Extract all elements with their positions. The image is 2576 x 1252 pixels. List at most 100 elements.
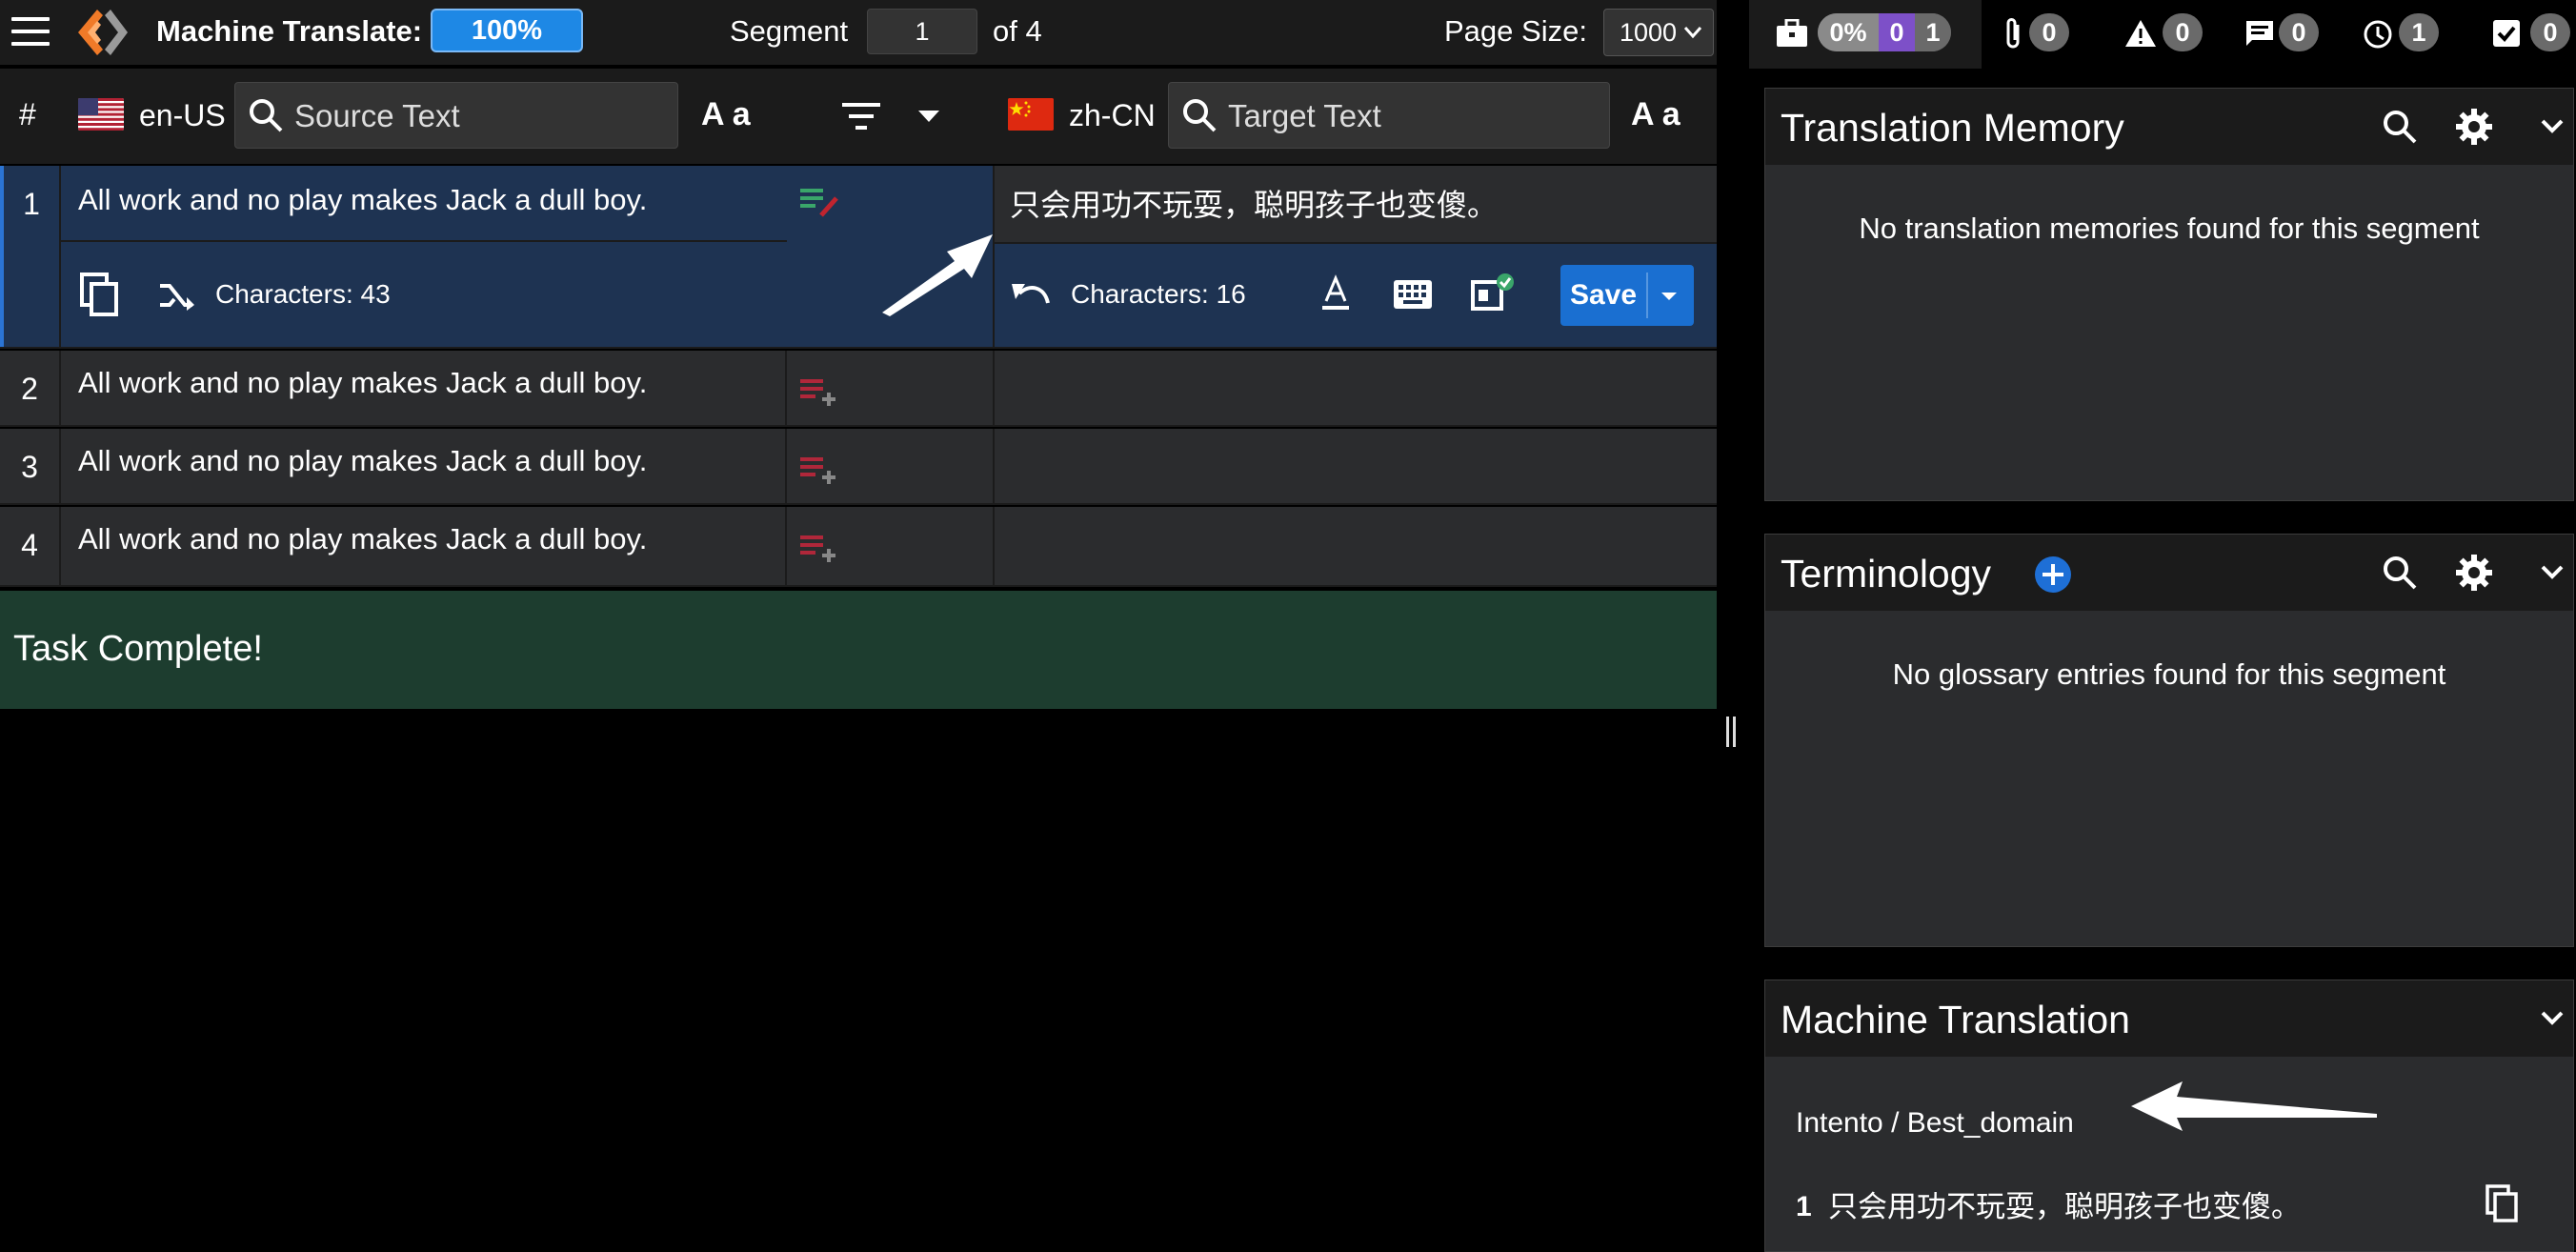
translation-memory-empty: No translation memories found for this s…	[1859, 212, 2480, 245]
mt-engine-name: Intento / Best_domain	[1796, 1107, 2074, 1139]
chevron-down-icon[interactable]	[2533, 1000, 2571, 1038]
side-status-bar: 0% 0 1 0 0 0 1 0	[1749, 0, 2576, 69]
search-icon	[1183, 99, 1217, 132]
target-character-count: Characters: 16	[1071, 279, 1246, 309]
chevron-down-icon[interactable]	[2533, 554, 2571, 592]
source-cell: All work and no play makes Jack a dull b…	[61, 166, 787, 242]
translation-memory-title: Translation Memory	[1781, 106, 2124, 150]
progress-count-b: 1	[1915, 13, 1951, 51]
source-cell: All work and no play makes Jack a dull b…	[61, 429, 787, 503]
translation-memory-panel: Translation Memory No translation memori…	[1764, 88, 2574, 501]
text-format-icon[interactable]	[1318, 274, 1353, 313]
qa-check-icon[interactable]	[1469, 273, 1515, 313]
machine-translate-progress[interactable]: 100%	[431, 9, 583, 52]
history-icon[interactable]	[2363, 19, 2393, 50]
target-language: zh-CN	[1069, 98, 1156, 132]
progress-badge[interactable]: 0% 0 1	[1818, 13, 1951, 51]
source-font-size-button[interactable]: A a	[701, 95, 751, 133]
status-cell[interactable]	[787, 351, 995, 425]
source-text: All work and no play makes Jack a dull b…	[78, 444, 648, 477]
segment-row-3[interactable]: 3 All work and no play makes Jack a dull…	[0, 429, 1717, 505]
target-cell[interactable]	[995, 429, 1717, 503]
segment-row-2[interactable]: 2 All work and no play makes Jack a dull…	[0, 351, 1717, 427]
top-toolbar: Machine Translate: 100% Segment 1 of 4 P…	[0, 0, 1717, 65]
comment-icon[interactable]	[2244, 19, 2275, 48]
segment-row-4[interactable]: 4 All work and no play makes Jack a dull…	[0, 507, 1717, 587]
target-search-placeholder: Target Text	[1228, 98, 1381, 133]
filter-icon[interactable]	[840, 101, 882, 131]
target-tools: Characters: 16 Save	[995, 246, 1717, 345]
target-cell[interactable]: 只会用功不玩耍，聪明孩子也变傻。	[995, 166, 1717, 244]
machine-translation-panel: Machine Translation Intento / Best_domai…	[1764, 979, 2574, 1252]
china-flag-icon	[1008, 98, 1054, 131]
copy-icon[interactable]	[2485, 1184, 2520, 1224]
source-text: All work and no play makes Jack a dull b…	[78, 366, 648, 399]
source-search-input[interactable]: Source Text	[234, 82, 678, 149]
terminology-title: Terminology	[1781, 552, 1992, 596]
segment-label: Segment	[730, 14, 849, 48]
checkbox-icon[interactable]	[2492, 19, 2521, 48]
search-icon	[250, 99, 283, 132]
segment-row-1[interactable]: 1 All work and no play makes Jack a dull…	[0, 166, 1717, 349]
status-cell[interactable]	[787, 429, 995, 503]
checks-count[interactable]: 0	[2530, 13, 2570, 51]
source-language: en-US	[139, 98, 226, 132]
page-size-label: Page Size:	[1444, 14, 1587, 48]
warning-icon[interactable]	[2124, 19, 2157, 48]
gear-icon[interactable]	[2455, 554, 2493, 592]
task-complete-banner: Task Complete!	[0, 591, 1717, 709]
copy-source-icon[interactable]	[80, 273, 120, 318]
history-count[interactable]: 1	[2399, 13, 2439, 51]
segment-total: of 4	[993, 14, 1042, 48]
filter-dropdown-icon[interactable]	[916, 107, 941, 126]
page-size-value: 1000	[1620, 18, 1678, 47]
source-text: All work and no play makes Jack a dull b…	[78, 183, 648, 216]
search-icon[interactable]	[2381, 554, 2419, 592]
pane-resize-handle[interactable]	[1726, 717, 1740, 747]
save-dropdown-icon[interactable]	[1658, 291, 1680, 302]
gear-icon[interactable]	[2455, 108, 2493, 146]
source-search-placeholder: Source Text	[294, 98, 460, 133]
save-button-label: Save	[1569, 279, 1638, 311]
chevron-down-icon[interactable]	[2533, 108, 2571, 146]
edited-status-icon	[800, 189, 838, 217]
arrow-annotation-icon	[2131, 1081, 2377, 1131]
briefcase-icon[interactable]	[1776, 19, 1808, 48]
target-text[interactable]: 只会用功不玩耍，聪明孩子也变傻。	[1010, 185, 1498, 225]
segment-number-input[interactable]: 1	[867, 9, 977, 54]
source-text: All work and no play makes Jack a dull b…	[78, 522, 648, 555]
add-term-icon[interactable]	[2034, 555, 2072, 594]
menu-icon[interactable]	[11, 17, 50, 48]
progress-percent: 0%	[1818, 13, 1879, 51]
keyboard-icon[interactable]	[1393, 278, 1433, 311]
target-font-size-button[interactable]: A a	[1631, 95, 1680, 133]
machine-translate-label: Machine Translate:	[156, 14, 423, 48]
terminology-empty: No glossary entries found for this segme…	[1892, 657, 2446, 691]
status-cell[interactable]	[787, 507, 995, 585]
target-search-input[interactable]: Target Text	[1168, 82, 1610, 149]
mt-result-text[interactable]: 只会用功不玩耍，聪明孩子也变傻。	[1828, 1188, 2301, 1226]
save-button[interactable]: Save	[1560, 265, 1694, 326]
page-size-select[interactable]: 1000	[1603, 9, 1714, 56]
undo-icon[interactable]	[1010, 280, 1052, 309]
task-complete-text: Task Complete!	[13, 629, 263, 669]
warnings-count[interactable]: 0	[2163, 13, 2203, 51]
target-cell[interactable]	[995, 351, 1717, 425]
save-split-divider	[1646, 273, 1648, 318]
target-cell[interactable]	[995, 507, 1717, 585]
app-root: Machine Translate: 100% Segment 1 of 4 P…	[0, 0, 2576, 1252]
untranslated-status-icon	[800, 535, 835, 562]
chevron-down-icon	[1683, 27, 1702, 39]
attachments-count[interactable]: 0	[2029, 13, 2069, 51]
status-cell[interactable]	[787, 166, 995, 347]
source-cell: All work and no play makes Jack a dull b…	[61, 351, 787, 425]
comments-count[interactable]: 0	[2279, 13, 2319, 51]
progress-count-a: 0	[1879, 13, 1915, 51]
translation-memory-header: Translation Memory	[1765, 89, 2573, 165]
source-tools: Characters: 43	[61, 244, 787, 345]
search-icon[interactable]	[2381, 108, 2419, 146]
attachment-icon[interactable]	[2004, 17, 2023, 50]
machine-translation-header: Machine Translation	[1765, 980, 2573, 1057]
shuffle-icon[interactable]	[158, 278, 196, 313]
machine-translation-title: Machine Translation	[1781, 998, 2130, 1041]
